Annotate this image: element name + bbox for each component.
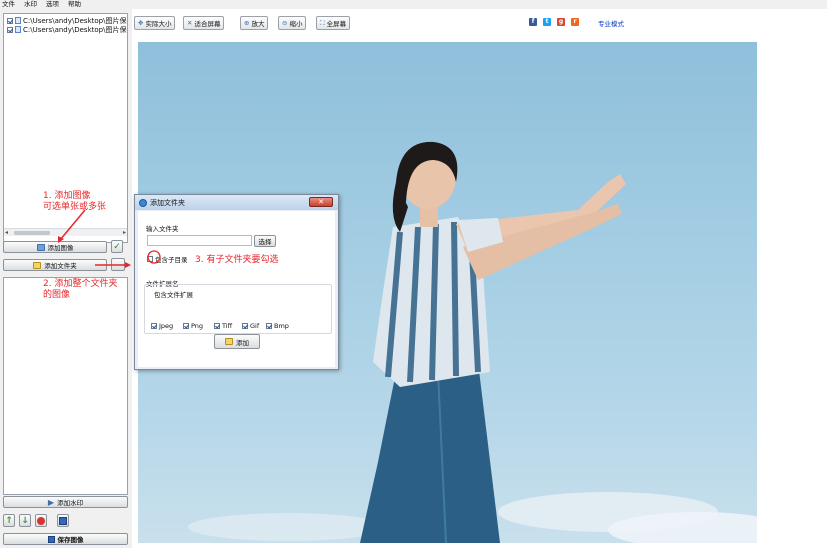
annotation-step-2: 2. 添加整个文件夹 的图像 (43, 279, 118, 300)
annotation-arrowhead-2 (125, 262, 131, 268)
annotation-overlay (58, 209, 161, 268)
annotation-arrow-1 (59, 209, 86, 241)
annotation-circle (147, 250, 161, 264)
annotation-step-3: 3. 有子文件夹要勾选 (195, 255, 279, 265)
annotation-step-1: 1. 添加图像 可选单张或多张 (43, 191, 107, 212)
